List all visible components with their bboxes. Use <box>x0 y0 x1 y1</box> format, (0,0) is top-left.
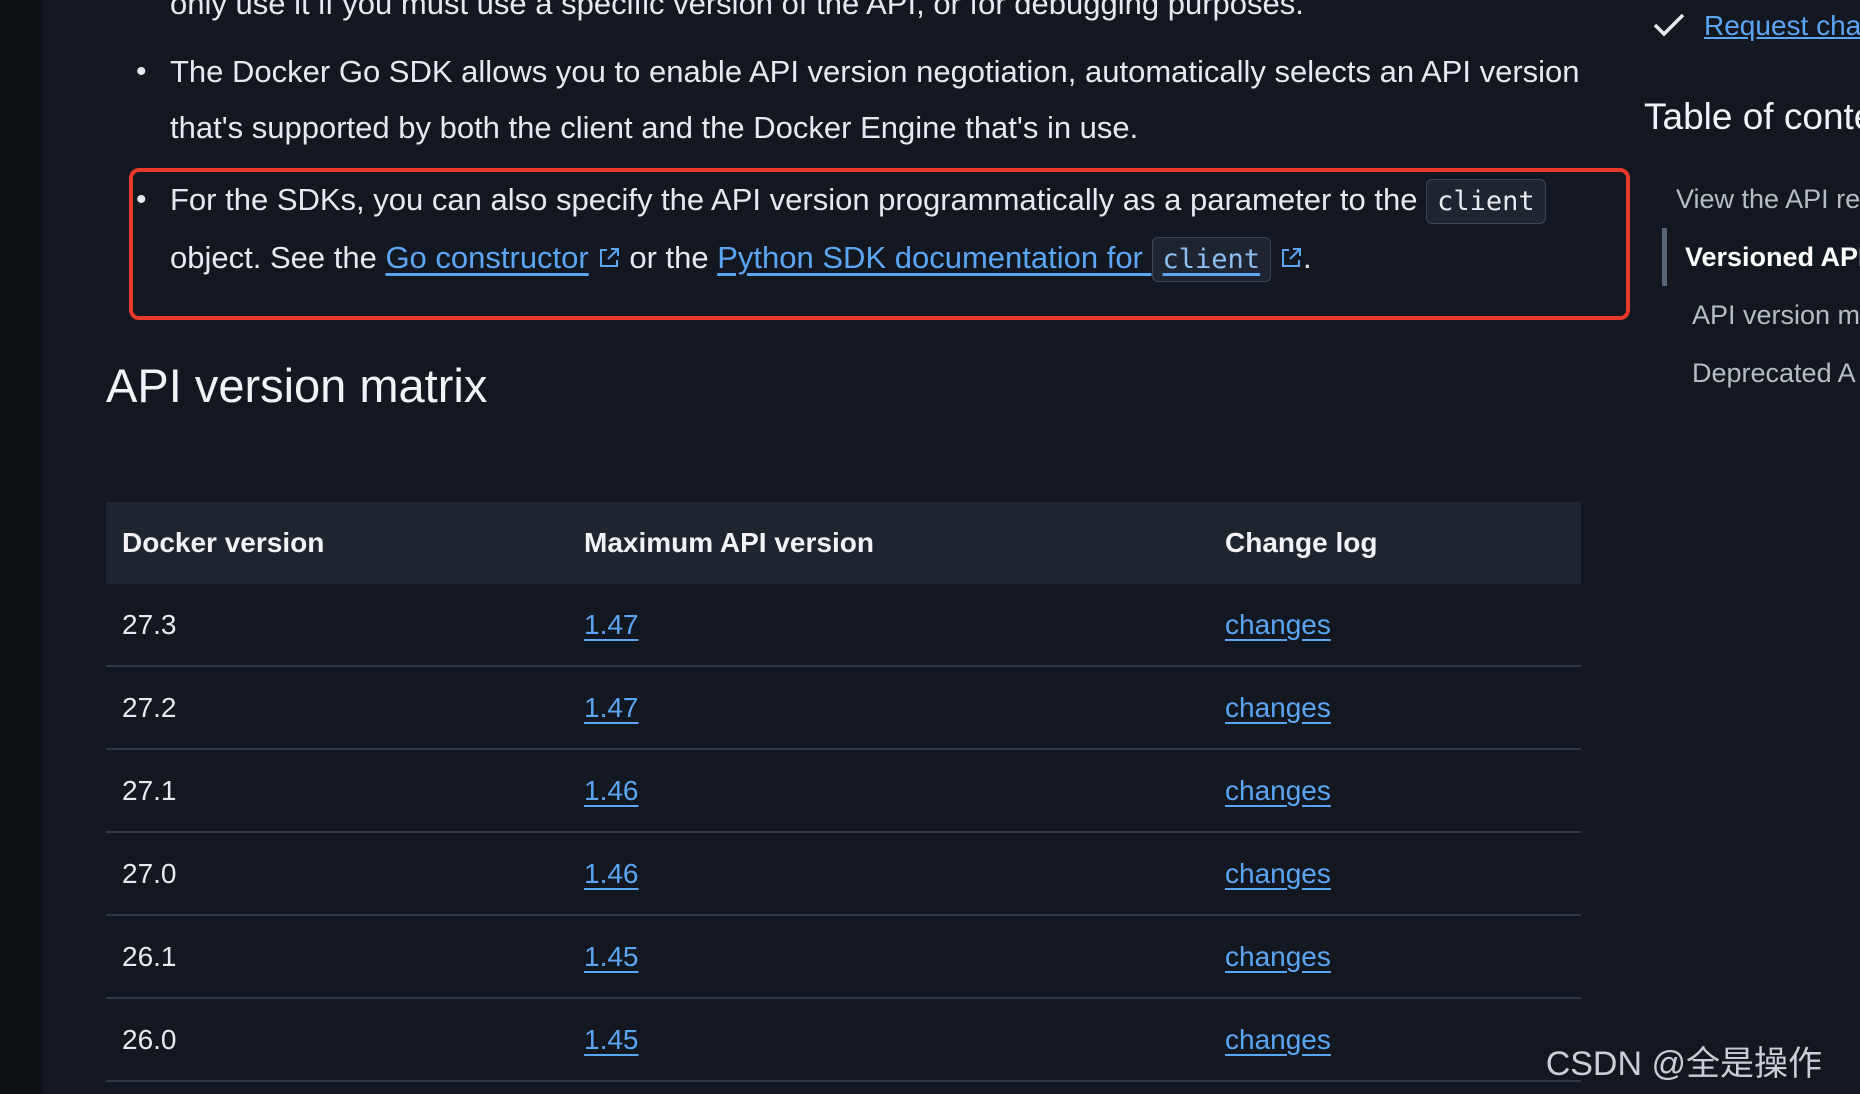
api-version-link[interactable]: 1.47 <box>584 692 639 723</box>
csdn-watermark: CSDN @全是操作 <box>1545 1045 1822 1083</box>
external-link-icon <box>599 248 619 267</box>
sdks-text-end: . <box>1303 240 1312 275</box>
bullet-go-sdk: • The Docker Go SDK allows you to enable… <box>136 44 1590 156</box>
api-version-cell: 1.45 <box>568 998 1209 1082</box>
check-icon <box>1653 13 1685 37</box>
bullet-go-sdk-text: The Docker Go SDK allows you to enable A… <box>170 54 1580 145</box>
table-row: 27.2 1.47 changes <box>106 666 1581 750</box>
col-change-log: Change log <box>1209 502 1581 584</box>
api-version-table: Docker version Maximum API version Chang… <box>106 502 1581 1082</box>
changes-link[interactable]: changes <box>1225 692 1331 723</box>
change-log-cell: changes <box>1209 749 1581 833</box>
bullet-sdks: • For the SDKs, you can also specify the… <box>136 172 1590 288</box>
go-constructor-link-label: Go constructor <box>385 240 589 275</box>
table-row: 27.0 1.46 changes <box>106 832 1581 916</box>
left-rail <box>0 0 42 1094</box>
cutoff-text-line: only use it if you must use a specific v… <box>170 0 1304 21</box>
api-version-cell: 1.47 <box>568 666 1209 750</box>
go-constructor-link[interactable]: Go constructor <box>385 240 588 275</box>
section-heading-api-version-matrix: API version matrix <box>106 359 488 412</box>
docker-version-cell: 27.2 <box>106 666 568 750</box>
sdks-text-1: For the SDKs, you can also specify the A… <box>170 182 1427 217</box>
api-version-cell: 1.46 <box>568 832 1209 916</box>
code-client: client <box>1426 179 1546 224</box>
code-client-link: client <box>1151 237 1272 282</box>
change-log-cell: changes <box>1209 584 1581 667</box>
request-changes-link[interactable]: Request cha <box>1704 10 1860 41</box>
sdks-text-2: object. See the <box>170 240 386 275</box>
change-log-cell: changes <box>1209 832 1581 916</box>
col-docker-version: Docker version <box>106 502 568 584</box>
table-row: 26.0 1.45 changes <box>106 998 1581 1082</box>
api-version-link[interactable]: 1.46 <box>584 775 639 806</box>
toc-heading: Table of conte <box>1644 96 1860 137</box>
docker-version-cell: 27.0 <box>106 832 568 916</box>
col-max-api-version: Maximum API version <box>568 502 1209 584</box>
change-log-cell: changes <box>1209 998 1581 1082</box>
docker-version-cell: 27.3 <box>106 584 568 667</box>
docker-version-cell: 27.1 <box>106 749 568 833</box>
right-sidebar: Request cha Table of conte View the API … <box>1640 0 1860 1094</box>
python-sdk-link[interactable]: Python SDK documentation for client <box>717 237 1272 282</box>
sdks-text-3: or the <box>620 240 718 275</box>
change-log-cell: changes <box>1209 915 1581 999</box>
api-version-cell: 1.45 <box>568 915 1209 999</box>
changes-link[interactable]: changes <box>1225 941 1331 972</box>
change-log-cell: changes <box>1209 666 1581 750</box>
toc-item-view-api-reference[interactable]: View the API re <box>1640 170 1860 228</box>
changes-link[interactable]: changes <box>1225 858 1331 889</box>
changes-link[interactable]: changes <box>1225 775 1331 806</box>
api-version-link[interactable]: 1.46 <box>584 858 639 889</box>
external-link-icon <box>1282 248 1302 267</box>
api-version-cell: 1.46 <box>568 749 1209 833</box>
api-version-cell: 1.47 <box>568 584 1209 667</box>
table-row: 26.1 1.45 changes <box>106 915 1581 999</box>
api-version-link[interactable]: 1.47 <box>584 609 639 640</box>
toc-item-versioned-api[interactable]: Versioned API <box>1662 228 1860 286</box>
docker-version-cell: 26.0 <box>106 998 568 1082</box>
bullet-dot: • <box>136 55 147 88</box>
toc-item-deprecated-api[interactable]: Deprecated A <box>1640 344 1860 402</box>
table-header-row: Docker version Maximum API version Chang… <box>106 502 1581 584</box>
toc-item-api-version-matrix[interactable]: API version m <box>1640 286 1860 344</box>
request-changes-row: Request cha <box>1652 10 1860 42</box>
python-sdk-link-label: Python SDK documentation for <box>717 240 1152 275</box>
changes-link[interactable]: changes <box>1225 609 1331 640</box>
docker-version-cell: 26.1 <box>106 915 568 999</box>
table-row: 27.3 1.47 changes <box>106 584 1581 667</box>
changes-link[interactable]: changes <box>1225 1024 1331 1055</box>
api-version-link[interactable]: 1.45 <box>584 941 639 972</box>
table-row: 27.1 1.46 changes <box>106 749 1581 833</box>
api-version-link[interactable]: 1.45 <box>584 1024 639 1055</box>
bullet-dot: • <box>136 183 147 216</box>
toc-list: View the API re Versioned API API versio… <box>1640 170 1860 402</box>
